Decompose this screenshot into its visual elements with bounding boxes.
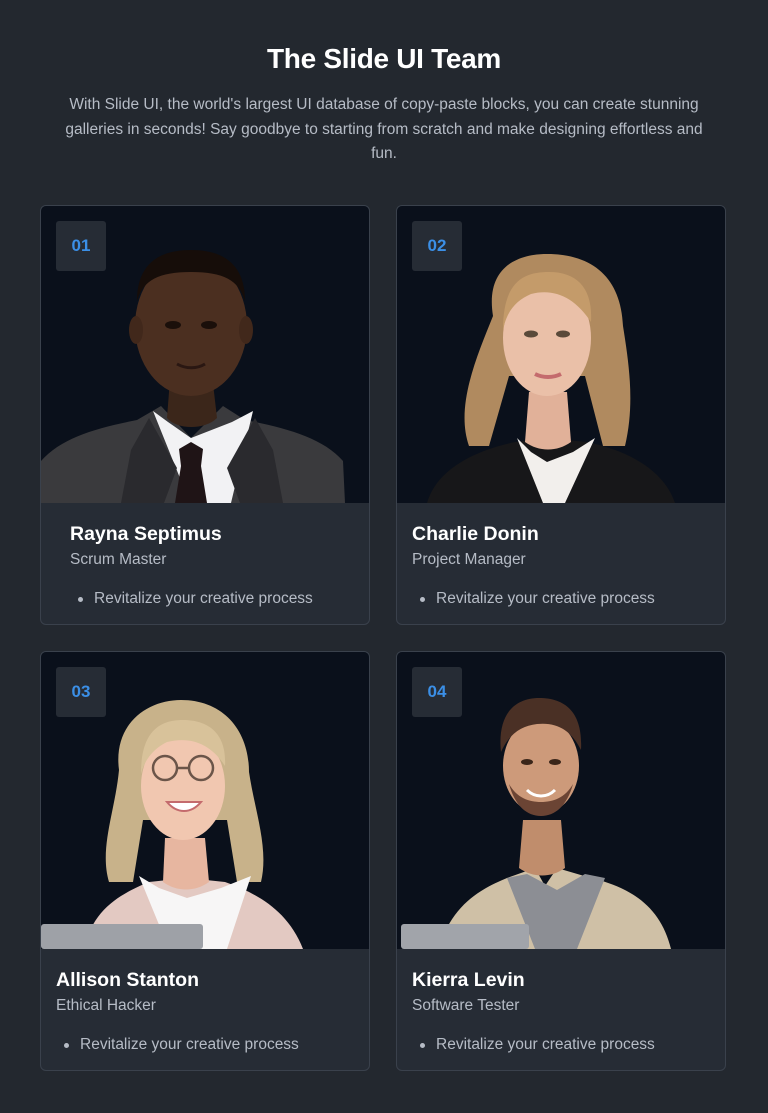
team-member-highlights: Revitalize your creative process xyxy=(412,589,655,609)
list-item: Revitalize your creative process xyxy=(412,589,655,609)
team-number-badge: 02 xyxy=(412,221,462,271)
team-member-highlights: Revitalize your creative process xyxy=(70,589,313,609)
team-member-highlights: Revitalize your creative process xyxy=(56,1035,299,1055)
team-card-3: 03 Allison Stanton Ethical Hacker Revita… xyxy=(40,651,370,1071)
team-number-badge: 04 xyxy=(412,667,462,717)
bullet-icon xyxy=(64,1043,69,1048)
team-member-name: Rayna Septimus xyxy=(70,523,222,545)
page-subtitle: With Slide UI, the world's largest UI da… xyxy=(65,96,703,162)
team-photo-3: 03 xyxy=(41,652,369,949)
team-number-badge: 03 xyxy=(56,667,106,717)
team-member-role: Scrum Master xyxy=(70,551,167,568)
list-item: Revitalize your creative process xyxy=(56,1035,299,1055)
team-card-2: 02 Charlie Donin Project Manager Revital… xyxy=(396,205,726,625)
team-photo-1: 01 xyxy=(41,206,369,503)
team-photo-2: 02 xyxy=(397,206,725,503)
team-member-role: Ethical Hacker xyxy=(56,997,156,1014)
team-member-name: Kierra Levin xyxy=(412,969,525,991)
team-card-4: 04 Kierra Levin Software Tester Revitali… xyxy=(396,651,726,1071)
page-title: The Slide UI Team xyxy=(267,43,501,74)
team-card-1: 01 Rayna Septimus Scrum Master Revitaliz… xyxy=(40,205,370,625)
list-item: Revitalize your creative process xyxy=(412,1035,655,1055)
team-number-badge: 01 xyxy=(56,221,106,271)
highlight-text: Revitalize your creative process xyxy=(436,1036,655,1053)
team-member-role: Software Tester xyxy=(412,997,520,1014)
highlight-text: Revitalize your creative process xyxy=(80,1036,299,1053)
team-member-highlights: Revitalize your creative process xyxy=(412,1035,655,1055)
team-member-name: Charlie Donin xyxy=(412,523,539,545)
list-item: Revitalize your creative process xyxy=(70,589,313,609)
team-member-role: Project Manager xyxy=(412,551,526,568)
team-member-name: Allison Stanton xyxy=(56,969,199,991)
team-photo-4: 04 xyxy=(397,652,725,949)
bullet-icon xyxy=(420,597,425,602)
highlight-text: Revitalize your creative process xyxy=(94,590,313,607)
highlight-text: Revitalize your creative process xyxy=(436,590,655,607)
bullet-icon xyxy=(420,1043,425,1048)
bullet-icon xyxy=(78,597,83,602)
